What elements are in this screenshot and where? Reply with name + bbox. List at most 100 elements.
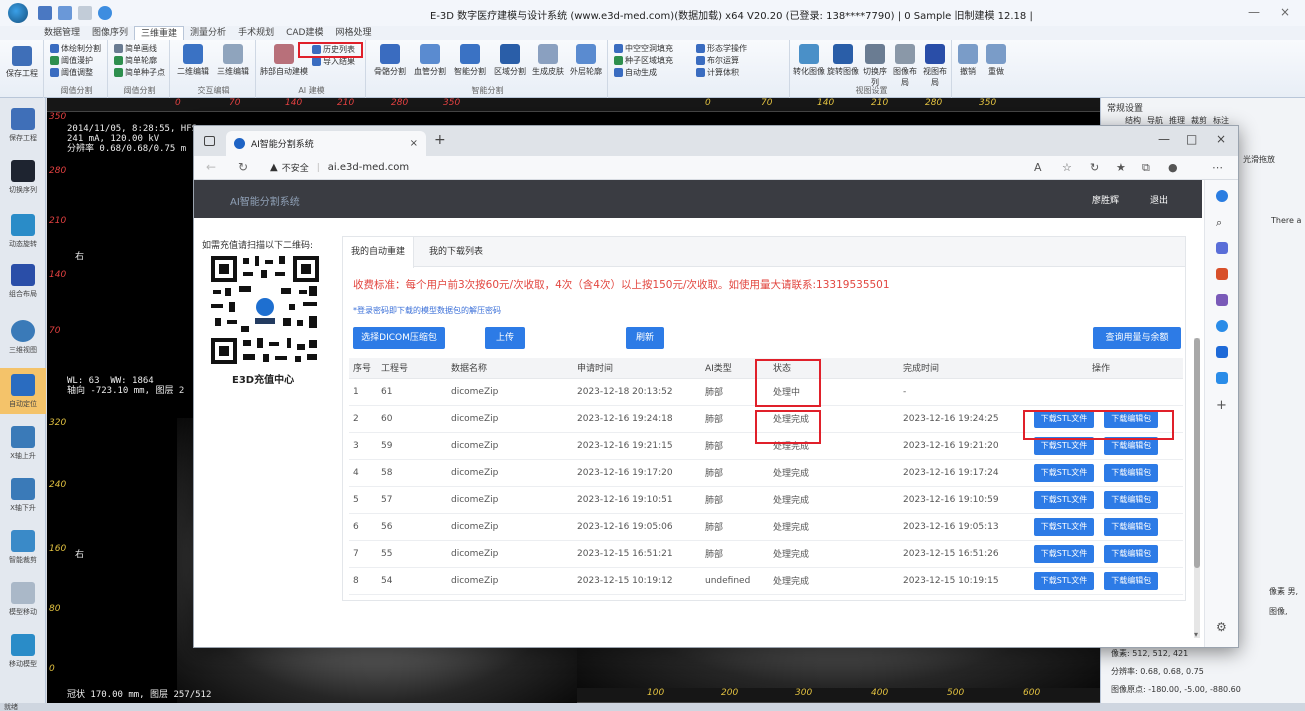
tab-auto-recon[interactable]: 我的自动重建 [343,237,415,268]
notification-bell-icon[interactable] [1216,190,1228,202]
games-icon[interactable] [1216,294,1228,306]
volume-render-seg-button[interactable]: 体绘制分割 [50,43,101,54]
image-layout-button[interactable]: 图像布局 [890,44,920,88]
download-stl-button[interactable]: 下载STL文件 [1033,544,1095,563]
simple-contour-button[interactable]: 简单轮廓 [114,55,157,66]
view-layout-button[interactable]: 视图布局 [920,44,950,88]
browser-minimize-button[interactable]: — [1158,132,1170,146]
lt-save[interactable]: 保存工程 [0,102,46,148]
download-package-button[interactable]: 下载编辑包 [1104,490,1159,509]
vessel-seg-button[interactable]: 血管分割 [410,44,450,77]
edit-3d-button[interactable]: 三维编辑 [214,44,252,77]
transform-image-button[interactable]: 转化图像 [792,44,826,77]
add-sidebar-icon[interactable]: + [1216,398,1228,413]
user-name[interactable]: 廖胜辉 [1092,193,1119,206]
favorites-icon[interactable]: ★ [1116,161,1126,174]
lt-x-down[interactable]: X轴下升 [0,472,46,518]
download-package-button[interactable]: 下载编辑包 [1104,544,1159,563]
app-minimize-button[interactable]: — [1248,5,1260,19]
browser-close-button[interactable]: × [1216,132,1226,146]
favorite-star-icon[interactable]: ☆ [1062,161,1072,174]
search-icon[interactable]: ⌕ [1216,216,1228,229]
read-aloud-icon[interactable]: A [1034,161,1042,174]
tag-icon[interactable] [1216,242,1228,254]
threshold-flood-button[interactable]: 阈值漫护 [50,55,93,66]
collections-icon[interactable]: ⧉ [1142,161,1150,175]
more-menu-icon[interactable]: ⋯ [1212,161,1223,174]
edit-2d-button[interactable]: 二维编辑 [174,44,212,77]
download-package-button[interactable]: 下载编辑包 [1104,517,1159,536]
refresh-page-icon[interactable]: ↻ [1090,161,1099,174]
reload-icon[interactable]: ↻ [238,160,248,174]
menu-tab-mesh[interactable]: 网格处理 [329,26,377,40]
download-stl-button[interactable]: 下载STL文件 [1033,463,1095,482]
shopping-icon[interactable] [1216,372,1228,384]
lt-x-up[interactable]: X轴上升 [0,420,46,466]
seed-fill-button[interactable]: 种子区域填充 [614,55,673,66]
office-icon[interactable] [1216,320,1228,332]
quick-settings-icon[interactable] [78,6,92,20]
rotate-image-button[interactable]: 旋转图像 [826,44,860,77]
query-balance-button[interactable]: 查询用量与余额 [1093,327,1181,349]
logout-link[interactable]: 退出 [1150,193,1168,206]
download-package-button[interactable]: 下载编辑包 [1104,571,1159,590]
settings-gear-icon[interactable]: ⚙ [1216,620,1228,634]
refresh-button[interactable]: 刷新 [626,327,664,349]
quick-open-icon[interactable] [58,6,72,20]
menu-tab-data[interactable]: 数据管理 [38,26,86,40]
redo-button[interactable]: 重做 [982,44,1010,77]
select-dicom-button[interactable]: 选择DICOM压缩包 [353,327,445,349]
lt-auto-locate[interactable]: 自动定位 [0,368,46,414]
new-tab-button[interactable]: + [434,132,446,148]
region-seg-button[interactable]: 区域分割 [490,44,530,77]
lt-combined-layout[interactable]: 组合布局 [0,258,46,304]
scroll-down-arrow-icon[interactable]: ▾ [1194,630,1198,639]
app-close-button[interactable]: × [1280,5,1290,19]
smart-seg-button[interactable]: 智能分割 [450,44,490,77]
threshold-adjust-button[interactable]: 阈值调整 [50,67,93,78]
profile-icon[interactable]: ● [1168,161,1178,174]
outlook-icon[interactable] [1216,346,1228,358]
morphology-button[interactable]: 形态学操作 [696,43,747,54]
menu-tab-3d-recon[interactable]: 三维重建 [134,26,185,40]
download-stl-button[interactable]: 下载STL文件 [1033,490,1095,509]
menu-tab-measure[interactable]: 测量分析 [184,26,232,40]
switch-series-button[interactable]: 切换序列 [860,44,890,88]
lt-switch-series[interactable]: 切换序列 [0,154,46,200]
menu-tab-series[interactable]: 图像序列 [86,26,134,40]
menu-tab-surgery[interactable]: 手术规划 [232,26,280,40]
lt-smart-crop[interactable]: 智能裁剪 [0,524,46,570]
menu-tab-cad[interactable]: CAD建模 [280,26,329,40]
download-package-button[interactable]: 下载编辑包 [1104,463,1159,482]
boolean-button[interactable]: 布尔运算 [696,55,739,66]
lt-model-move[interactable]: 模型移动 [0,576,46,622]
tab-close-icon[interactable]: × [410,138,418,149]
download-stl-button[interactable]: 下载STL文件 [1033,571,1095,590]
gen-skin-button[interactable]: 生成皮肤 [530,44,566,77]
scrollbar-thumb[interactable] [1194,338,1200,568]
toolbox-icon[interactable] [1216,268,1228,280]
page-scrollbar[interactable] [1194,338,1200,638]
simple-line-button[interactable]: 简单画线 [114,43,157,54]
save-project-button[interactable]: 保存工程 [4,46,40,79]
browser-tab[interactable]: AI智能分割系统 × [226,131,426,156]
download-stl-button[interactable]: 下载STL文件 [1033,517,1095,536]
undo-button[interactable]: 撤销 [954,44,982,77]
lt-dynamic-rotate[interactable]: 动态旋转 [0,208,46,254]
lt-move-model[interactable]: 移动模型 [0,628,46,674]
quick-save-icon[interactable] [38,6,52,20]
window-icon[interactable] [204,136,215,146]
simple-seed-button[interactable]: 简单种子点 [114,67,165,78]
back-arrow-icon[interactable]: ← [206,160,216,174]
address-bar[interactable]: ▲ 不安全 | ai.e3d-med.com [270,161,409,174]
bone-seg-button[interactable]: 骨骼分割 [370,44,410,77]
upload-button[interactable]: 上传 [485,327,525,349]
lt-3d-view[interactable]: 三维视图 [0,314,46,360]
browser-maximize-button[interactable]: □ [1186,132,1197,146]
auto-gen-button[interactable]: 自动生成 [614,67,657,78]
hollow-fill-button[interactable]: 中空空洞填充 [614,43,673,54]
quick-help-icon[interactable] [98,6,112,20]
tab-downloads[interactable]: 我的下载列表 [421,237,491,267]
smooth-drag-checkbox[interactable]: 光滑拖放 [1243,154,1275,165]
outer-contour-button[interactable]: 外层轮廓 [566,44,606,77]
